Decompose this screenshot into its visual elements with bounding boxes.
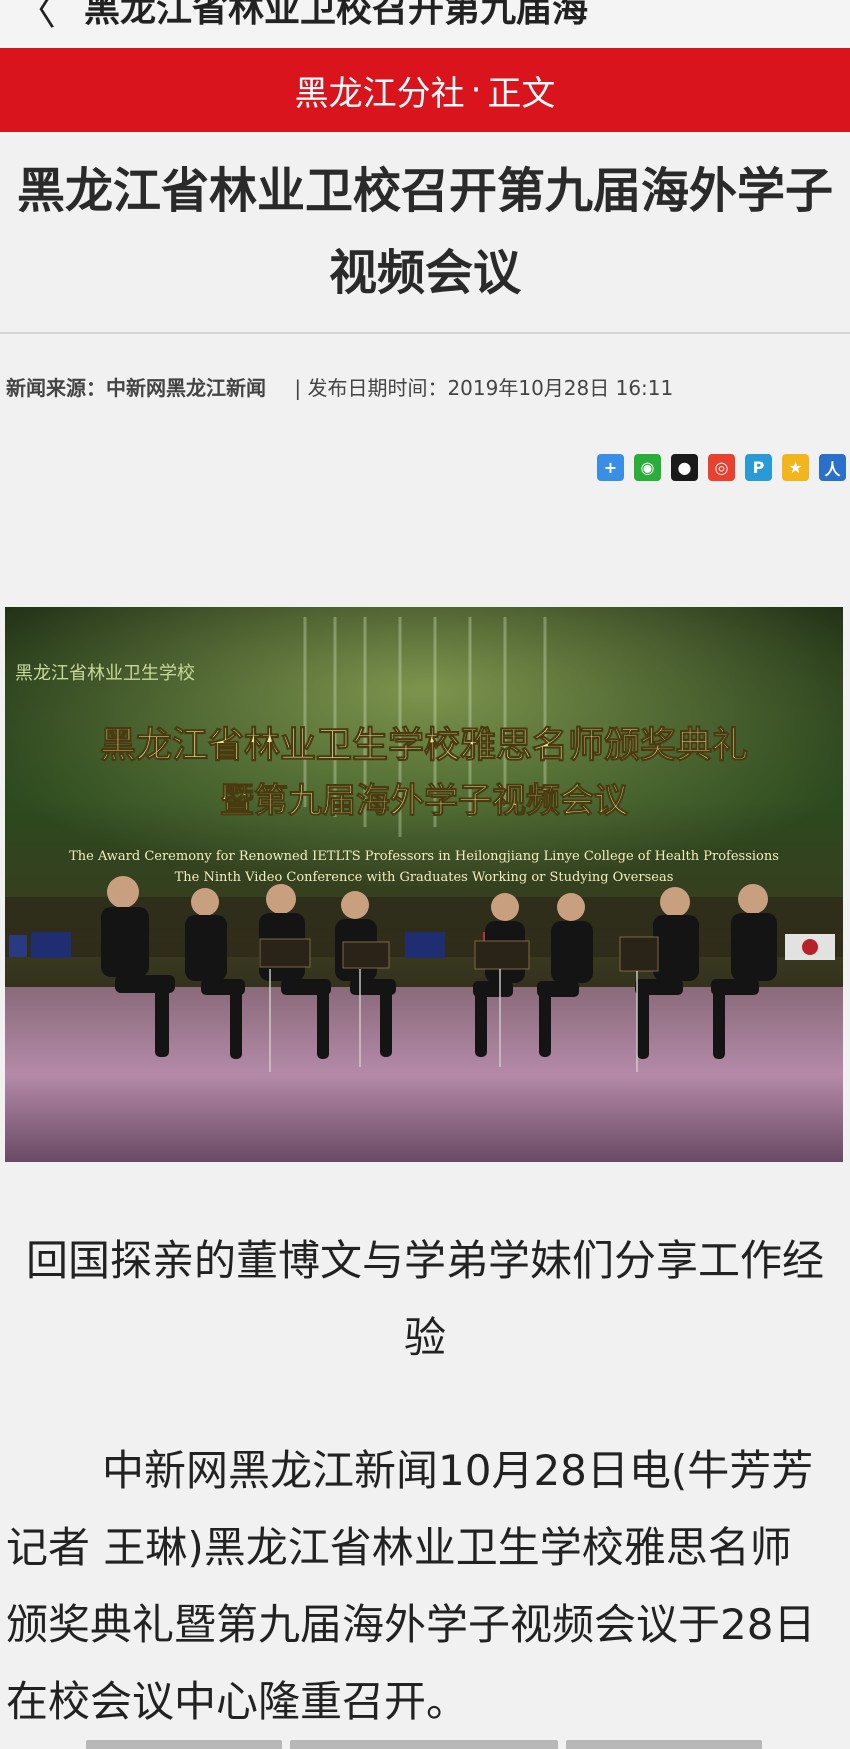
photo-caption: 回国探亲的董博文与学弟学妹们分享工作经验	[25, 1236, 824, 1362]
qq-icon[interactable]: ●	[671, 454, 698, 481]
channel-name[interactable]: 黑龙江分社	[295, 66, 465, 115]
banner-subtitle: 暨第九届海外学子视频会议	[220, 781, 629, 821]
page-title: 黑龙江省林业卫校召开第九届海	[84, 0, 589, 30]
share-toolbar: + ◉ ● ◎ P ★ 人	[597, 454, 846, 481]
renren-icon[interactable]: 人	[819, 454, 846, 481]
divider	[0, 332, 850, 334]
back-arrow-icon[interactable]: 〈	[16, 0, 56, 36]
channel-separator: ·	[470, 70, 482, 110]
banner-english-1: The Award Ceremony for Renowned IETLTS P…	[69, 849, 779, 864]
more-share-icon[interactable]: +	[597, 454, 624, 481]
publish-date: | 发布日期时间：2019年10月28日 16:11	[294, 376, 674, 400]
weibo-icon[interactable]: ◎	[708, 454, 735, 481]
top-nav-bar: 〈 黑龙江省林业卫校召开第九届海	[0, 0, 850, 48]
banner-english-2: The Ninth Video Conference with Graduate…	[175, 870, 674, 885]
wechat-icon[interactable]: ◉	[634, 454, 661, 481]
bottom-tab[interactable]	[566, 1740, 762, 1749]
banner-title: 黑龙江省林业卫生学校雅思名师颁奖典礼	[100, 724, 748, 766]
bottom-tab[interactable]	[86, 1740, 282, 1749]
article-photo: 黑龙江省林业卫生学校 黑龙江省林业卫生学校雅思名师颁奖典礼 暨第九届海外学子视频…	[5, 607, 843, 1162]
article-headline: 黑龙江省林业卫校召开第九届海外学子视频会议	[16, 163, 833, 301]
bottom-tab-strip	[0, 1740, 850, 1749]
channel-header: 黑龙江分社 · 正文	[0, 48, 850, 132]
article-meta: 新闻来源：中新网黑龙江新闻 | 发布日期时间：2019年10月28日 16:11	[6, 372, 673, 401]
news-source: 新闻来源：中新网黑龙江新闻	[6, 376, 266, 400]
article-body: 中新网黑龙江新闻10月28日电(牛芳芳 记者 王琳)黑龙江省林业卫生学校雅思名师…	[6, 1446, 816, 1726]
school-mark: 黑龙江省林业卫生学校	[15, 663, 195, 684]
bottom-tab[interactable]	[290, 1740, 558, 1749]
qzone-icon[interactable]: ★	[782, 454, 809, 481]
tencent-weibo-icon[interactable]: P	[745, 454, 772, 481]
section-name: 正文	[487, 73, 556, 114]
